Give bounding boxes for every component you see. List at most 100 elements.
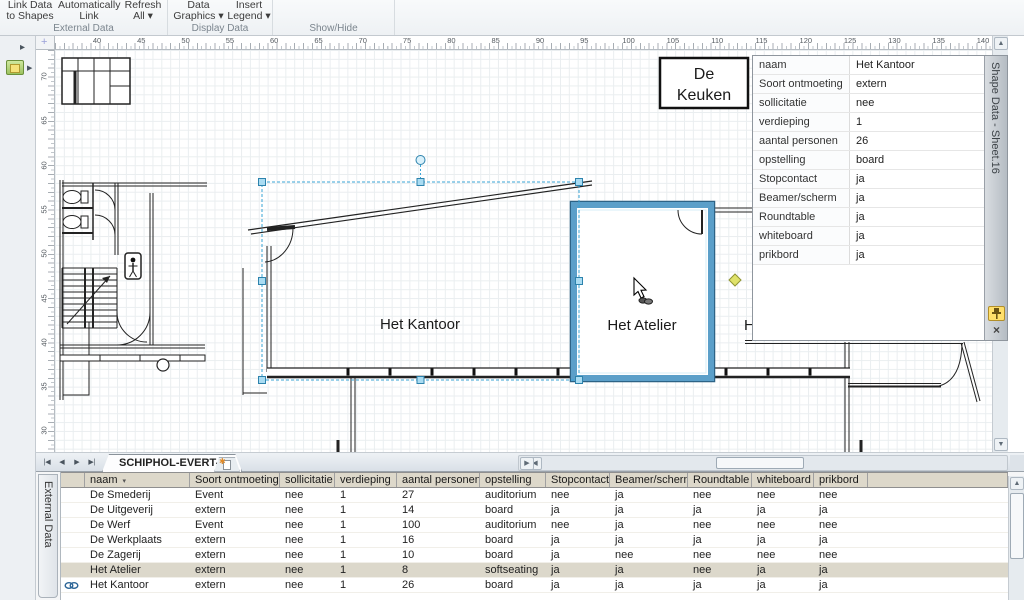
h-ruler-label: 125 bbox=[842, 36, 858, 45]
table-row[interactable]: Het Kantoorexternnee126boardjajajajaja bbox=[61, 578, 1008, 593]
column-header-naam[interactable]: naam▾ bbox=[85, 473, 190, 487]
link-cell bbox=[61, 488, 85, 502]
table-row[interactable]: De WerfEventnee1100auditoriumneejaneenee… bbox=[61, 518, 1008, 533]
link-cell bbox=[61, 563, 85, 577]
shape-data-row[interactable]: sollicitatienee bbox=[753, 94, 985, 113]
cell: De Zagerij bbox=[85, 548, 190, 562]
cell: ja bbox=[610, 488, 688, 502]
link-cell bbox=[61, 533, 85, 547]
group-label-display-data: Display Data bbox=[168, 23, 272, 34]
cell: ja bbox=[688, 533, 752, 547]
column-header-whiteboard[interactable]: whiteboard bbox=[752, 473, 814, 487]
next-page-button[interactable]: ▶ bbox=[70, 456, 84, 470]
column-header-roundtable[interactable]: Roundtable bbox=[688, 473, 752, 487]
table-row[interactable]: Het Atelierexternnee18softseatingjajanee… bbox=[61, 563, 1008, 578]
column-header-soort-ontmoeting[interactable]: Soort ontmoeting bbox=[190, 473, 280, 487]
shapes-stencil-icon[interactable] bbox=[6, 60, 24, 75]
scroll-up-icon[interactable]: ▲ bbox=[994, 37, 1008, 50]
close-icon[interactable]: × bbox=[988, 324, 1005, 338]
room-label-keuken-line2[interactable]: Keuken bbox=[677, 87, 731, 104]
room-het-atelier[interactable] bbox=[571, 202, 715, 382]
shape-data-label: Beamer/scherm bbox=[753, 189, 850, 207]
column-header-sollicitatie[interactable]: sollicitatie bbox=[280, 473, 335, 487]
shape-data-value[interactable]: nee bbox=[850, 94, 985, 112]
shapes-stencil-arrow-icon[interactable]: ▶ bbox=[27, 64, 32, 72]
cell: 100 bbox=[397, 518, 480, 532]
shape-data-value[interactable]: ja bbox=[850, 208, 985, 226]
shape-data-value[interactable]: ja bbox=[850, 189, 985, 207]
table-row[interactable]: De SmederijEventnee127auditoriumneejanee… bbox=[61, 488, 1008, 503]
table-row[interactable]: De Werkplaatsexternnee116boardjajajajaja bbox=[61, 533, 1008, 548]
shape-data-panel: naamHet KantoorSoort ontmoetingexternsol… bbox=[752, 55, 1008, 341]
scroll-right-icon[interactable]: ▶ bbox=[520, 457, 534, 470]
ribbon-group-display-data: Data Graphics ▾ Insert Legend ▾ Display … bbox=[168, 0, 273, 35]
shape-data-value[interactable]: 26 bbox=[850, 132, 985, 150]
shape-data-value[interactable]: ja bbox=[850, 227, 985, 245]
canvas-hscroll-thumb[interactable] bbox=[716, 457, 804, 469]
shape-data-row[interactable]: Roundtableja bbox=[753, 208, 985, 227]
shape-data-value[interactable]: board bbox=[850, 151, 985, 169]
link-data-to-shapes-button[interactable]: Link Data to Shapes bbox=[4, 0, 56, 22]
scroll-down-icon[interactable]: ▼ bbox=[994, 438, 1008, 451]
canvas-horizontal-scrollbar[interactable]: ◀ ▶ bbox=[518, 455, 1008, 471]
v-ruler-label: 55 bbox=[40, 202, 49, 216]
scroll-up-icon[interactable]: ▲ bbox=[1010, 477, 1024, 490]
room-label-het-atelier[interactable]: Het Atelier bbox=[607, 317, 676, 334]
external-data-vertical-scrollbar[interactable]: ▲ bbox=[1008, 476, 1024, 600]
v-ruler-label: 45 bbox=[40, 291, 49, 305]
shape-data-row[interactable]: aantal personen26 bbox=[753, 132, 985, 151]
cell: board bbox=[480, 533, 546, 547]
shape-data-row[interactable]: whiteboardja bbox=[753, 227, 985, 246]
shape-data-value[interactable]: ja bbox=[850, 170, 985, 188]
shape-data-value[interactable]: Het Kantoor bbox=[850, 56, 985, 74]
pin-icon[interactable] bbox=[988, 306, 1005, 321]
shape-data-row[interactable]: Beamer/schermja bbox=[753, 189, 985, 208]
shape-data-row[interactable]: verdieping1 bbox=[753, 113, 985, 132]
column-header-beamer-scherm[interactable]: Beamer/scherm bbox=[610, 473, 688, 487]
v-ruler-label: 70 bbox=[40, 70, 49, 84]
prev-page-button[interactable]: ◀ bbox=[55, 456, 69, 470]
column-header-verdieping[interactable]: verdieping bbox=[335, 473, 397, 487]
shape-data-row[interactable]: naamHet Kantoor bbox=[753, 56, 985, 75]
shape-data-row[interactable]: opstellingboard bbox=[753, 151, 985, 170]
expand-shapes-chevron-icon[interactable]: ▸ bbox=[20, 42, 25, 53]
first-page-button[interactable]: |◀ bbox=[40, 456, 54, 470]
data-graphics-button[interactable]: Data Graphics ▾ bbox=[171, 0, 226, 22]
cell: extern bbox=[190, 503, 280, 517]
filter-dropdown-icon[interactable]: ▾ bbox=[123, 478, 127, 485]
last-page-button[interactable]: ▶| bbox=[85, 456, 99, 470]
table-shape[interactable] bbox=[62, 58, 130, 104]
shape-data-row[interactable]: Stopcontactja bbox=[753, 170, 985, 189]
cell: nee bbox=[688, 518, 752, 532]
rotation-handle[interactable] bbox=[416, 156, 425, 165]
cell: ja bbox=[752, 578, 814, 592]
column-header-stopcontact[interactable]: Stopcontact bbox=[546, 473, 610, 487]
refresh-all-button[interactable]: Refresh All ▾ bbox=[120, 0, 166, 22]
shape-data-label: Soort ontmoeting bbox=[753, 75, 850, 93]
cell: ja bbox=[814, 503, 868, 517]
shape-data-value[interactable]: 1 bbox=[850, 113, 985, 131]
shape-data-value[interactable]: extern bbox=[850, 75, 985, 93]
horizontal-ruler: 4045505560657075808590951001051101151201… bbox=[55, 36, 992, 50]
control-handle-diamond[interactable] bbox=[729, 274, 741, 286]
shape-data-row[interactable]: Soort ontmoetingextern bbox=[753, 75, 985, 94]
cell: nee bbox=[280, 518, 335, 532]
external-data-tab[interactable]: External Data bbox=[38, 474, 58, 598]
ext-vscroll-thumb[interactable] bbox=[1010, 493, 1024, 559]
table-row[interactable]: De Uitgeverijexternnee114boardjajajajaja bbox=[61, 503, 1008, 518]
shape-data-value[interactable]: ja bbox=[850, 246, 985, 264]
column-header-aantal-personen[interactable]: aantal personen bbox=[397, 473, 480, 487]
automatically-link-button[interactable]: Automatically Link bbox=[58, 0, 120, 22]
table-row[interactable]: De Zagerijexternnee110boardjaneeneeneene… bbox=[61, 548, 1008, 563]
insert-legend-button[interactable]: Insert Legend ▾ bbox=[226, 0, 272, 22]
shape-data-row[interactable]: prikbordja bbox=[753, 246, 985, 265]
room-label-keuken-line1[interactable]: De bbox=[694, 66, 715, 83]
h-ruler-label: 50 bbox=[178, 36, 194, 45]
v-ruler-label: 65 bbox=[40, 114, 49, 128]
cell: board bbox=[480, 503, 546, 517]
column-header-prikbord[interactable]: prikbord bbox=[814, 473, 868, 487]
column-header-opstelling[interactable]: opstelling bbox=[480, 473, 546, 487]
shape-data-title: Shape Data - Sheet.16 bbox=[989, 62, 1001, 174]
header-filler bbox=[868, 473, 1008, 487]
room-label-het-kantoor[interactable]: Het Kantoor bbox=[380, 316, 460, 333]
